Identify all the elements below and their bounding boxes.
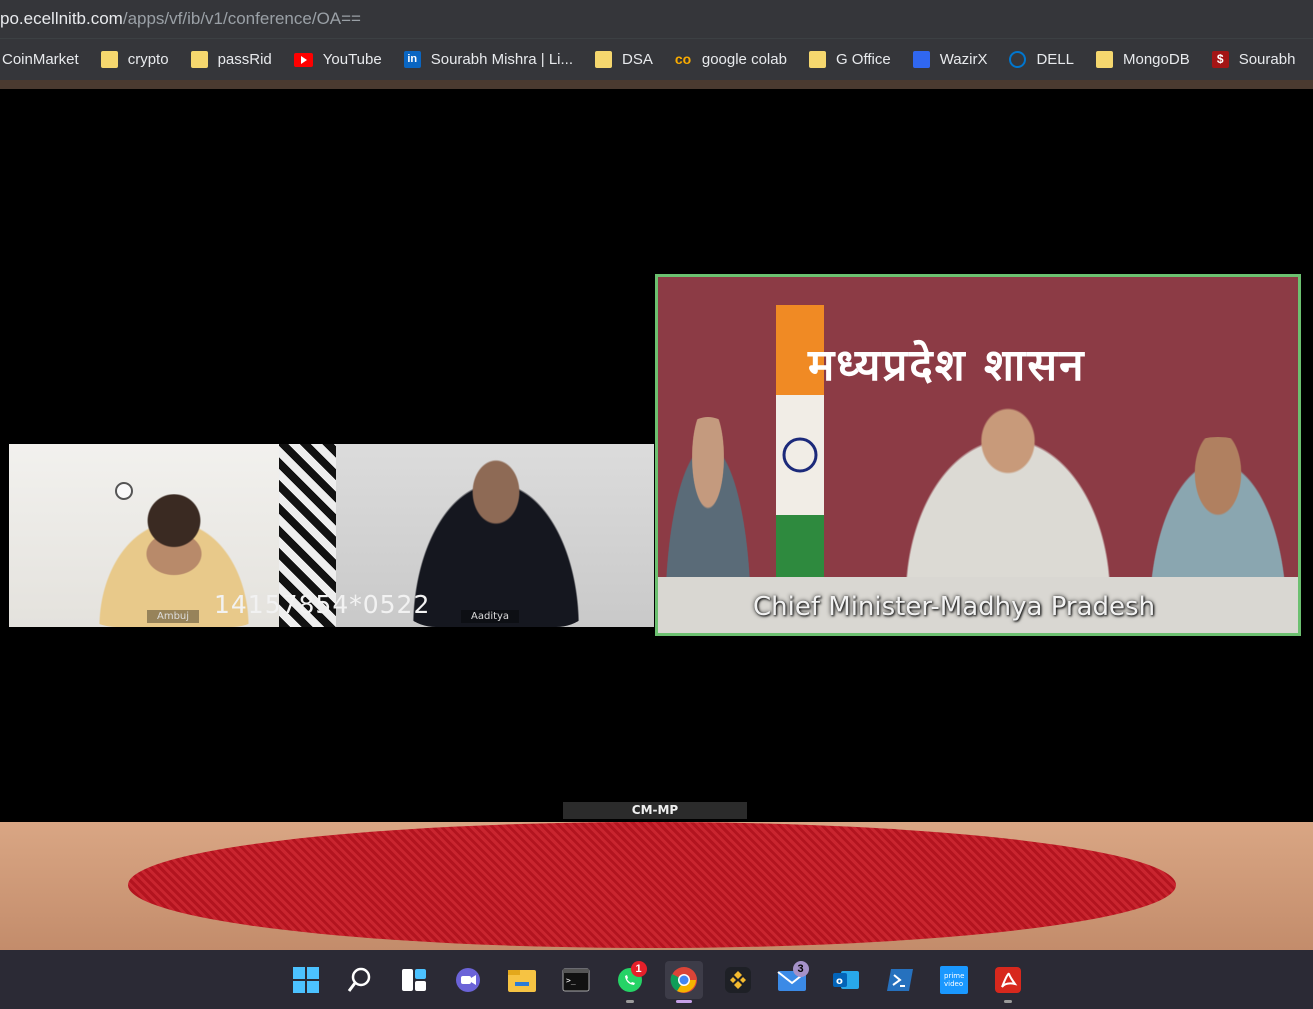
svg-text:>_: >_ — [566, 976, 576, 985]
bookmark-label: Sourabh — [1238, 51, 1296, 68]
svg-text:prime: prime — [944, 972, 964, 980]
svg-text:o: o — [836, 976, 843, 987]
bookmark-google-colab[interactable]: co google colab — [675, 51, 787, 68]
bookmark-label: YouTube — [322, 51, 382, 68]
mail-icon[interactable]: 3 — [773, 960, 811, 999]
running-indicator — [1003, 999, 1012, 1003]
bookmark-linkedin[interactable]: in Sourabh Mishra | Li... — [403, 51, 574, 68]
bookmark-label: crypto — [127, 51, 169, 68]
bookmarks-bar: CoinMarket crypto passRid YouTube in Sou… — [0, 38, 1313, 80]
speaker-caption: Chief Minister-Madhya Pradesh — [753, 592, 1156, 622]
bookmark-label: Sourabh Mishra | Li... — [430, 51, 574, 68]
bookmark-passrid[interactable]: passRid — [190, 51, 272, 68]
bookmark-mongodb[interactable]: MongoDB — [1096, 51, 1190, 68]
bookmark-coinmarket[interactable]: CoinMarket — [2, 51, 79, 68]
address-bar[interactable]: po.ecellnitb.com/apps/vf/ib/v1/conferenc… — [0, 0, 1313, 38]
folder-icon — [1096, 51, 1113, 68]
whatsapp-icon[interactable]: 1 — [611, 960, 649, 1003]
bookmark-label: google colab — [701, 51, 787, 68]
sourabh-icon: $ — [1211, 51, 1229, 68]
bookmark-g-office[interactable]: G Office — [808, 51, 891, 68]
url-host: po.ecellnitb.com — [0, 9, 123, 28]
dell-icon — [1009, 51, 1027, 68]
indian-flag-icon — [776, 305, 824, 595]
bookmark-label: CoinMarket — [2, 51, 79, 68]
govt-banner-text: मध्यप्रदेश शासन — [808, 340, 1086, 391]
meeting-code: 14157854*0522 — [214, 590, 431, 619]
outlook-icon[interactable]: o — [827, 961, 865, 999]
participant-name-label: Aaditya — [461, 610, 520, 623]
speaker-video-chief-minister — [878, 397, 1138, 597]
chrome-icon[interactable] — [664, 960, 703, 1003]
binance-icon[interactable] — [719, 961, 757, 999]
youtube-icon — [293, 52, 313, 67]
bookmark-label: MongoDB — [1123, 51, 1190, 68]
taskbar: >_ 1 3 o prime video — [0, 950, 1313, 1009]
bookmark-dsa[interactable]: DSA — [595, 51, 653, 68]
active-speaker-tile[interactable]: मध्यप्रदेश शासन Chief Minister-Madhya Pr… — [655, 274, 1301, 636]
folder-icon — [595, 51, 613, 68]
running-indicator — [625, 999, 634, 1003]
bookmark-label: G Office — [835, 51, 891, 68]
url-path: /apps/vf/ib/v1/conference/OA== — [122, 9, 361, 28]
bookmark-label: passRid — [217, 51, 272, 68]
widgets-icon[interactable] — [395, 961, 433, 999]
participant-name-label: Ambuj — [147, 610, 200, 623]
bookmark-label: WazirX — [939, 51, 988, 68]
folder-icon — [190, 51, 208, 68]
stage-divider — [0, 80, 1313, 89]
wazirx-icon — [912, 51, 930, 68]
terminal-icon[interactable]: >_ — [557, 961, 595, 999]
linkedin-icon: in — [403, 51, 421, 68]
virtual-rug — [128, 822, 1176, 948]
mail-badge: 3 — [792, 960, 809, 977]
active-indicator — [675, 999, 692, 1003]
file-explorer-icon[interactable] — [503, 961, 541, 999]
svg-text:video: video — [944, 980, 963, 988]
whatsapp-badge: 1 — [630, 960, 647, 977]
speaker-name-label: CM-MP — [563, 802, 747, 819]
bookmark-crypto[interactable]: crypto — [100, 51, 169, 68]
folder-icon — [808, 51, 826, 68]
bookmark-label: DSA — [622, 51, 653, 68]
windows-start-icon[interactable] — [287, 961, 325, 999]
bookmark-wazirx[interactable]: WazirX — [912, 51, 988, 68]
prime-video-icon[interactable]: prime video — [935, 961, 973, 999]
bookmark-dell[interactable]: DELL — [1009, 51, 1074, 68]
colab-icon: co — [674, 51, 692, 67]
folder-icon — [100, 51, 118, 68]
wall-clock-icon — [115, 482, 133, 500]
conference-stage: Ambuj Aaditya 14157854*0522 मध्यप्रदेश श… — [0, 80, 1313, 950]
teams-chat-icon[interactable] — [449, 961, 487, 999]
search-icon[interactable] — [341, 961, 379, 999]
acrobat-icon[interactable] — [989, 961, 1027, 1003]
powershell-icon[interactable] — [881, 961, 919, 999]
bookmark-youtube[interactable]: YouTube — [293, 51, 382, 68]
bookmark-label: DELL — [1036, 51, 1074, 68]
bookmark-sourabh[interactable]: $ Sourabh — [1211, 51, 1296, 68]
